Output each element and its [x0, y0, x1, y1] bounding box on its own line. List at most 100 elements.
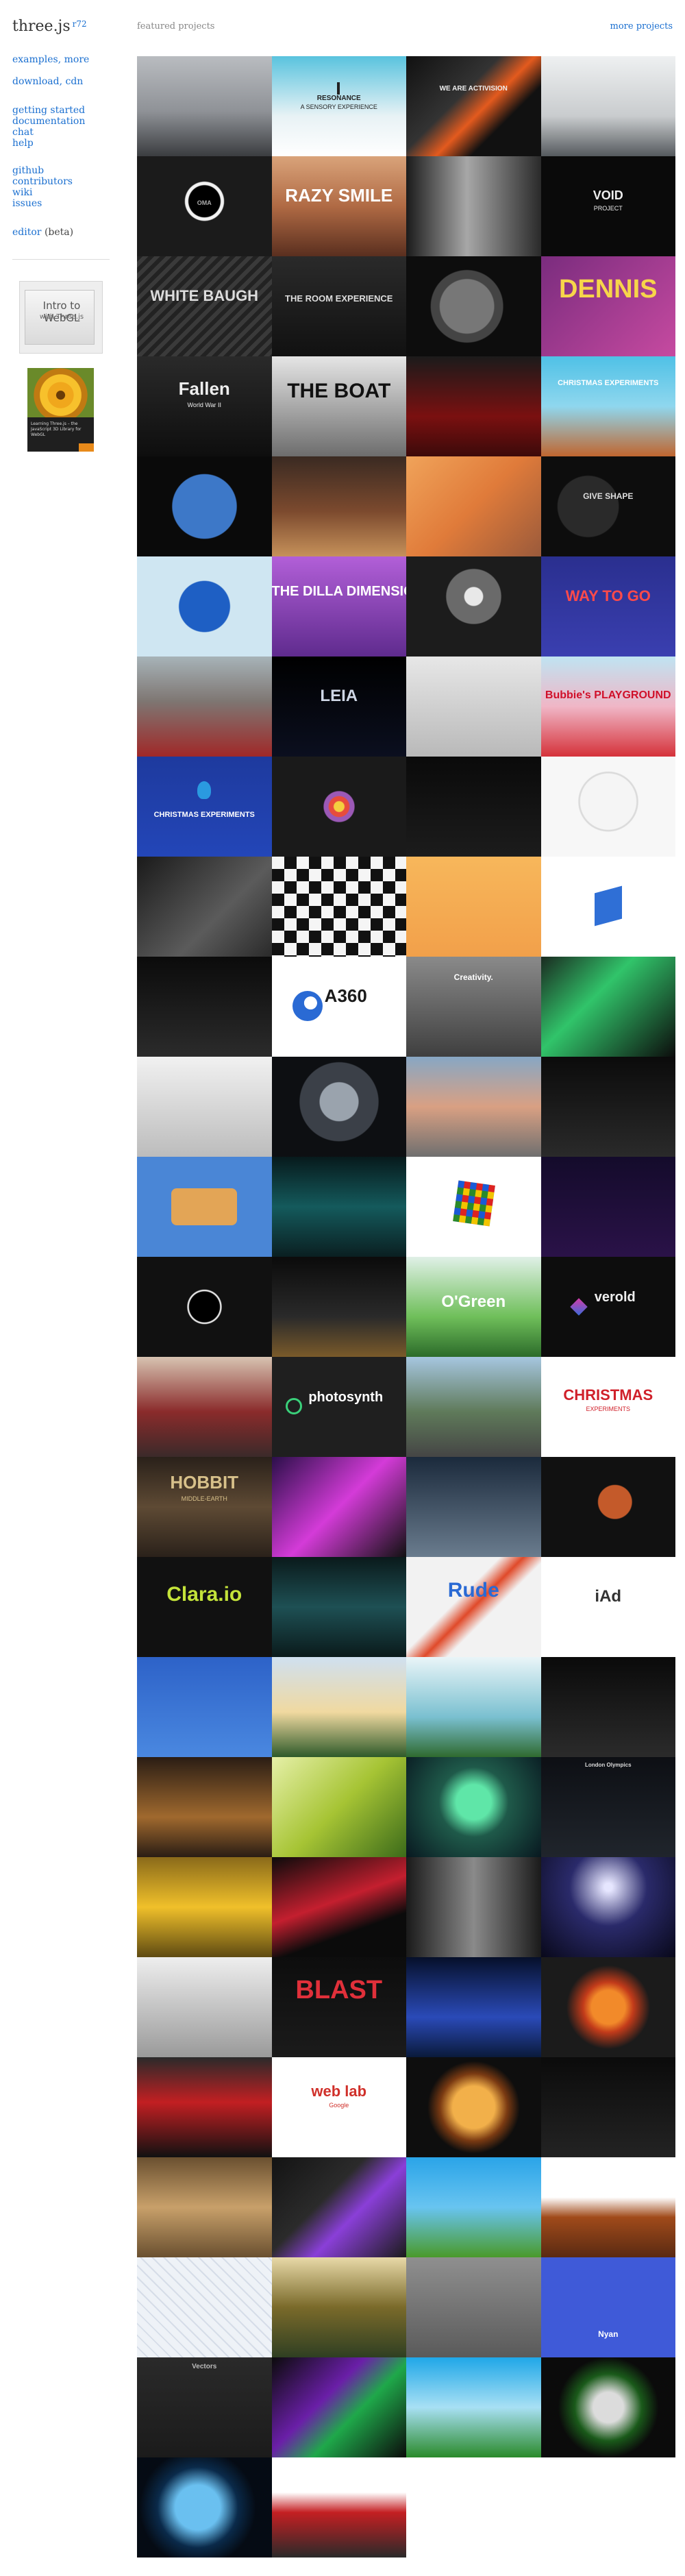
project-thumbnail[interactable]	[406, 1657, 541, 1757]
project-thumbnail[interactable]: HOBBIT MIDDLE-EARTH	[137, 1457, 272, 1557]
project-thumbnail[interactable]: Vectors	[137, 2357, 272, 2457]
project-thumbnail[interactable]	[540, 1157, 675, 1257]
project-thumbnail[interactable]: web lab Google	[271, 2057, 406, 2157]
project-thumbnail[interactable]	[271, 1857, 406, 1957]
project-thumbnail[interactable]	[137, 1857, 272, 1957]
project-thumbnail[interactable]	[406, 556, 541, 657]
project-thumbnail[interactable]	[137, 1057, 272, 1157]
project-thumbnail[interactable]	[137, 1357, 272, 1457]
project-thumbnail[interactable]	[406, 2257, 541, 2357]
project-thumbnail[interactable]	[137, 1157, 272, 1257]
project-thumbnail[interactable]	[271, 1157, 406, 1257]
nav-download-link[interactable]: download, cdn	[12, 76, 89, 87]
brand-name[interactable]: three.js	[12, 18, 71, 35]
project-thumbnail[interactable]	[137, 857, 272, 957]
nav-getting-started-link[interactable]: getting started	[12, 105, 85, 116]
project-thumbnail[interactable]	[137, 2457, 272, 2557]
project-thumbnail[interactable]	[540, 1957, 675, 2057]
project-thumbnail[interactable]	[540, 1857, 675, 1957]
project-thumbnail[interactable]	[540, 56, 675, 156]
project-thumbnail[interactable]: CHRISTMAS EXPERIMENTS	[137, 757, 272, 857]
project-thumbnail[interactable]	[271, 2157, 406, 2257]
project-thumbnail[interactable]	[137, 2257, 272, 2357]
project-thumbnail[interactable]	[271, 1757, 406, 1857]
project-thumbnail[interactable]	[406, 657, 541, 757]
project-thumbnail[interactable]: London Olympics	[540, 1757, 675, 1857]
project-thumbnail[interactable]	[540, 757, 675, 857]
project-thumbnail[interactable]	[540, 2357, 675, 2457]
project-thumbnail[interactable]	[137, 456, 272, 556]
project-thumbnail[interactable]	[271, 456, 406, 556]
project-thumbnail[interactable]	[137, 556, 272, 657]
project-thumbnail[interactable]	[540, 1457, 675, 1557]
project-thumbnail[interactable]: DENNIS	[540, 256, 675, 356]
nav-contributors-link[interactable]: contributors	[12, 176, 73, 187]
project-thumbnail[interactable]	[540, 857, 675, 957]
project-thumbnail[interactable]	[271, 1457, 406, 1557]
project-thumbnail[interactable]: GIVE SHAPE	[540, 456, 675, 556]
project-thumbnail[interactable]	[406, 2157, 541, 2257]
project-thumbnail[interactable]: OMA	[137, 156, 272, 256]
project-thumbnail[interactable]: CHRISTMAS EXPERIMENTS	[540, 1357, 675, 1457]
project-thumbnail[interactable]	[406, 1357, 541, 1457]
project-thumbnail[interactable]	[406, 356, 541, 456]
project-thumbnail[interactable]	[271, 857, 406, 957]
project-thumbnail[interactable]: CHRISTMAS EXPERIMENTS	[540, 356, 675, 456]
book-intro-webgl[interactable]: Intro to WebGL with Three.js	[19, 281, 103, 354]
project-thumbnail[interactable]	[406, 1757, 541, 1857]
project-thumbnail[interactable]: THE ROOM EXPERIENCE	[271, 256, 406, 356]
book-learning-threejs[interactable]: Learning Three.js – the JavaScript 3D Li…	[27, 368, 94, 452]
nav-examples-link[interactable]: examples, more	[12, 54, 89, 65]
project-thumbnail[interactable]	[406, 2057, 541, 2157]
project-thumbnail[interactable]	[271, 1557, 406, 1657]
project-thumbnail[interactable]	[271, 2357, 406, 2457]
project-thumbnail[interactable]	[540, 2057, 675, 2157]
project-thumbnail[interactable]	[406, 456, 541, 556]
project-thumbnail[interactable]: Fallen World War II	[137, 356, 272, 456]
project-thumbnail[interactable]	[137, 1957, 272, 2057]
project-thumbnail[interactable]: WHITE BAUGH	[137, 256, 272, 356]
project-thumbnail[interactable]: WE ARE ACTIVISION	[406, 56, 541, 156]
nav-issues-link[interactable]: issues	[12, 198, 73, 209]
project-thumbnail[interactable]	[406, 156, 541, 256]
project-thumbnail[interactable]	[540, 1057, 675, 1157]
project-thumbnail[interactable]	[271, 1257, 406, 1357]
project-thumbnail[interactable]	[137, 2057, 272, 2157]
project-thumbnail[interactable]	[271, 1657, 406, 1757]
project-thumbnail[interactable]	[137, 657, 272, 757]
project-thumbnail[interactable]: photosynth	[271, 1357, 406, 1457]
project-thumbnail[interactable]: Nyan	[540, 2257, 675, 2357]
project-thumbnail[interactable]	[406, 1957, 541, 2057]
nav-documentation-link[interactable]: documentation	[12, 116, 85, 127]
nav-github-link[interactable]: github	[12, 165, 73, 176]
project-thumbnail[interactable]: THE BOAT	[271, 356, 406, 456]
project-thumbnail[interactable]: LEIA	[271, 657, 406, 757]
project-thumbnail[interactable]: THE DILLA DIMENSION	[271, 556, 406, 657]
version-link[interactable]: r72	[73, 19, 87, 29]
project-thumbnail[interactable]	[137, 56, 272, 156]
project-thumbnail[interactable]	[406, 1157, 541, 1257]
project-thumbnail[interactable]	[540, 957, 675, 1057]
project-thumbnail[interactable]: Bubbie's PLAYGROUND	[540, 657, 675, 757]
project-thumbnail[interactable]: WAY TO GO	[540, 556, 675, 657]
nav-wiki-link[interactable]: wiki	[12, 187, 73, 198]
project-thumbnail[interactable]	[271, 757, 406, 857]
project-thumbnail[interactable]: RESONANCE A SENSORY EXPERIENCE	[271, 56, 406, 156]
project-thumbnail[interactable]	[137, 2157, 272, 2257]
project-thumbnail[interactable]	[540, 2157, 675, 2257]
project-thumbnail[interactable]	[406, 1057, 541, 1157]
project-thumbnail[interactable]: A360	[271, 957, 406, 1057]
project-thumbnail[interactable]	[406, 2357, 541, 2457]
project-thumbnail[interactable]	[406, 1457, 541, 1557]
project-thumbnail[interactable]	[271, 1057, 406, 1157]
project-thumbnail[interactable]	[406, 757, 541, 857]
project-thumbnail[interactable]	[137, 1657, 272, 1757]
project-thumbnail[interactable]: VOID PROJECT	[540, 156, 675, 256]
project-thumbnail[interactable]: verold	[540, 1257, 675, 1357]
project-thumbnail[interactable]: Creativity.	[406, 957, 541, 1057]
nav-editor-link[interactable]: editor	[12, 227, 41, 238]
project-thumbnail[interactable]	[406, 857, 541, 957]
project-thumbnail[interactable]	[406, 1857, 541, 1957]
nav-chat-link[interactable]: chat	[12, 127, 85, 138]
project-thumbnail[interactable]: iAd	[540, 1557, 675, 1657]
